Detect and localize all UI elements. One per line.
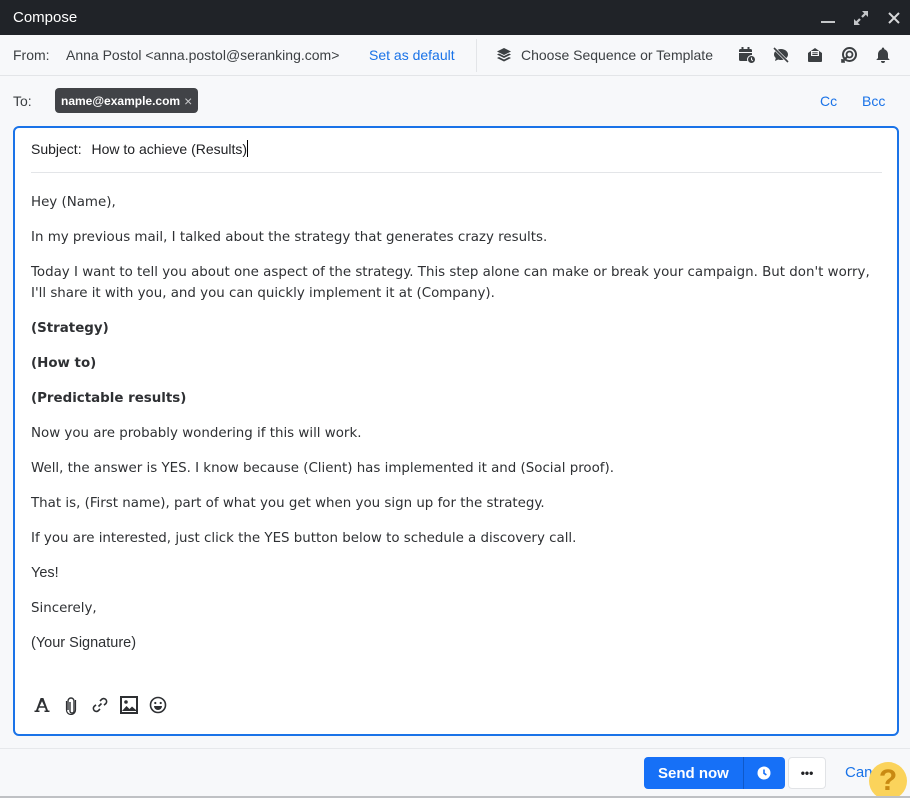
body-paragraph: That is, (First name), part of what you … [31, 496, 545, 511]
body-paragraph: If you are interested, just click the YE… [31, 531, 577, 546]
schedule-send-button[interactable] [742, 757, 785, 789]
image-icon [120, 696, 138, 714]
body-paragraph: (Your Signature) [31, 635, 137, 651]
more-options-button[interactable]: ••• [788, 757, 826, 789]
window-title: Compose [13, 9, 78, 26]
send-now-button[interactable]: Send now [644, 757, 743, 789]
recipient-email: name@example.com [61, 93, 181, 108]
open-tracking-button[interactable] [803, 43, 827, 67]
to-label: To: [13, 93, 32, 109]
tracking-off-icon [772, 46, 790, 64]
subject-input[interactable]: How to achieve (Results) [91, 141, 247, 157]
compose-titlebar: Compose [0, 0, 910, 35]
expand-button[interactable] [844, 0, 877, 35]
target-icon [841, 47, 857, 63]
body-paragraph: (Strategy) [31, 321, 109, 336]
body-paragraph: Hey (Name), [31, 195, 116, 210]
tracking-toggle-button[interactable] [769, 43, 793, 67]
question-mark-icon: ? [878, 764, 898, 797]
subject-label: Subject: [31, 141, 82, 157]
attachment-icon [65, 697, 77, 715]
bcc-link[interactable]: Bcc [862, 93, 885, 109]
goal-tracking-button[interactable] [837, 43, 861, 67]
body-paragraph: Today I want to tell you about one aspec… [31, 265, 870, 301]
cc-link[interactable]: Cc [820, 93, 837, 109]
close-button[interactable] [877, 0, 910, 35]
body-paragraph: (Predictable results) [31, 391, 187, 406]
emoji-icon [149, 696, 167, 714]
attach-file-button[interactable] [60, 694, 82, 716]
text-format-icon [34, 698, 50, 712]
expand-icon [853, 10, 868, 25]
clock-icon [757, 766, 771, 780]
from-label: From: [13, 47, 50, 63]
link-icon [92, 697, 108, 713]
toolbar-divider [476, 39, 477, 72]
send-button-group: Send now [644, 757, 785, 789]
body-paragraph: (How to) [31, 356, 97, 371]
from-sender-select[interactable]: Anna Postol <anna.postol@seranking.com> [66, 47, 339, 63]
choose-sequence-template-button[interactable]: Choose Sequence or Template [496, 43, 713, 67]
schedule-calendar-button[interactable] [735, 43, 759, 67]
insert-image-button[interactable] [118, 694, 140, 716]
minimize-button[interactable] [811, 0, 844, 35]
message-body[interactable]: Hey (Name), In my previous mail, I talked… [31, 192, 886, 668]
body-paragraph: Sincerely, [31, 601, 97, 616]
bell-icon [876, 47, 890, 63]
subject-field[interactable]: Subject: How to achieve (Results) [31, 140, 882, 173]
notifications-button[interactable] [871, 43, 895, 67]
insert-emoji-button[interactable] [147, 694, 169, 716]
envelope-open-icon [808, 48, 822, 62]
footer-divider [0, 748, 910, 749]
help-button[interactable]: ? [869, 762, 907, 798]
recipient-chip[interactable]: name@example.com × [55, 88, 199, 113]
compose-tool-icons [735, 43, 905, 67]
insert-link-button[interactable] [89, 694, 111, 716]
layers-icon [497, 48, 511, 62]
body-paragraph: Well, the answer is YES. I know because … [31, 461, 615, 476]
choose-sequence-template-label: Choose Sequence or Template [521, 47, 713, 63]
window-controls [811, 0, 910, 35]
text-format-button[interactable] [31, 694, 53, 716]
calendar-clock-icon [739, 47, 756, 64]
from-row: From: Anna Postol <anna.postol@seranking… [0, 35, 910, 76]
text-caret [247, 140, 249, 157]
set-as-default-link[interactable]: Set as default [369, 47, 455, 63]
body-paragraph: Now you are probably wondering if this w… [31, 426, 362, 441]
format-toolbar [31, 694, 176, 716]
minimize-icon [820, 20, 835, 23]
body-paragraph: In my previous mail, I talked about the … [31, 230, 548, 245]
message-editor[interactable]: Subject: How to achieve (Results) Hey (N… [13, 126, 899, 736]
body-paragraph: Yes! [31, 565, 59, 581]
remove-recipient-icon[interactable]: × [184, 93, 192, 109]
close-icon [887, 11, 900, 24]
to-row: To: name@example.com × Cc Bcc [0, 77, 910, 123]
